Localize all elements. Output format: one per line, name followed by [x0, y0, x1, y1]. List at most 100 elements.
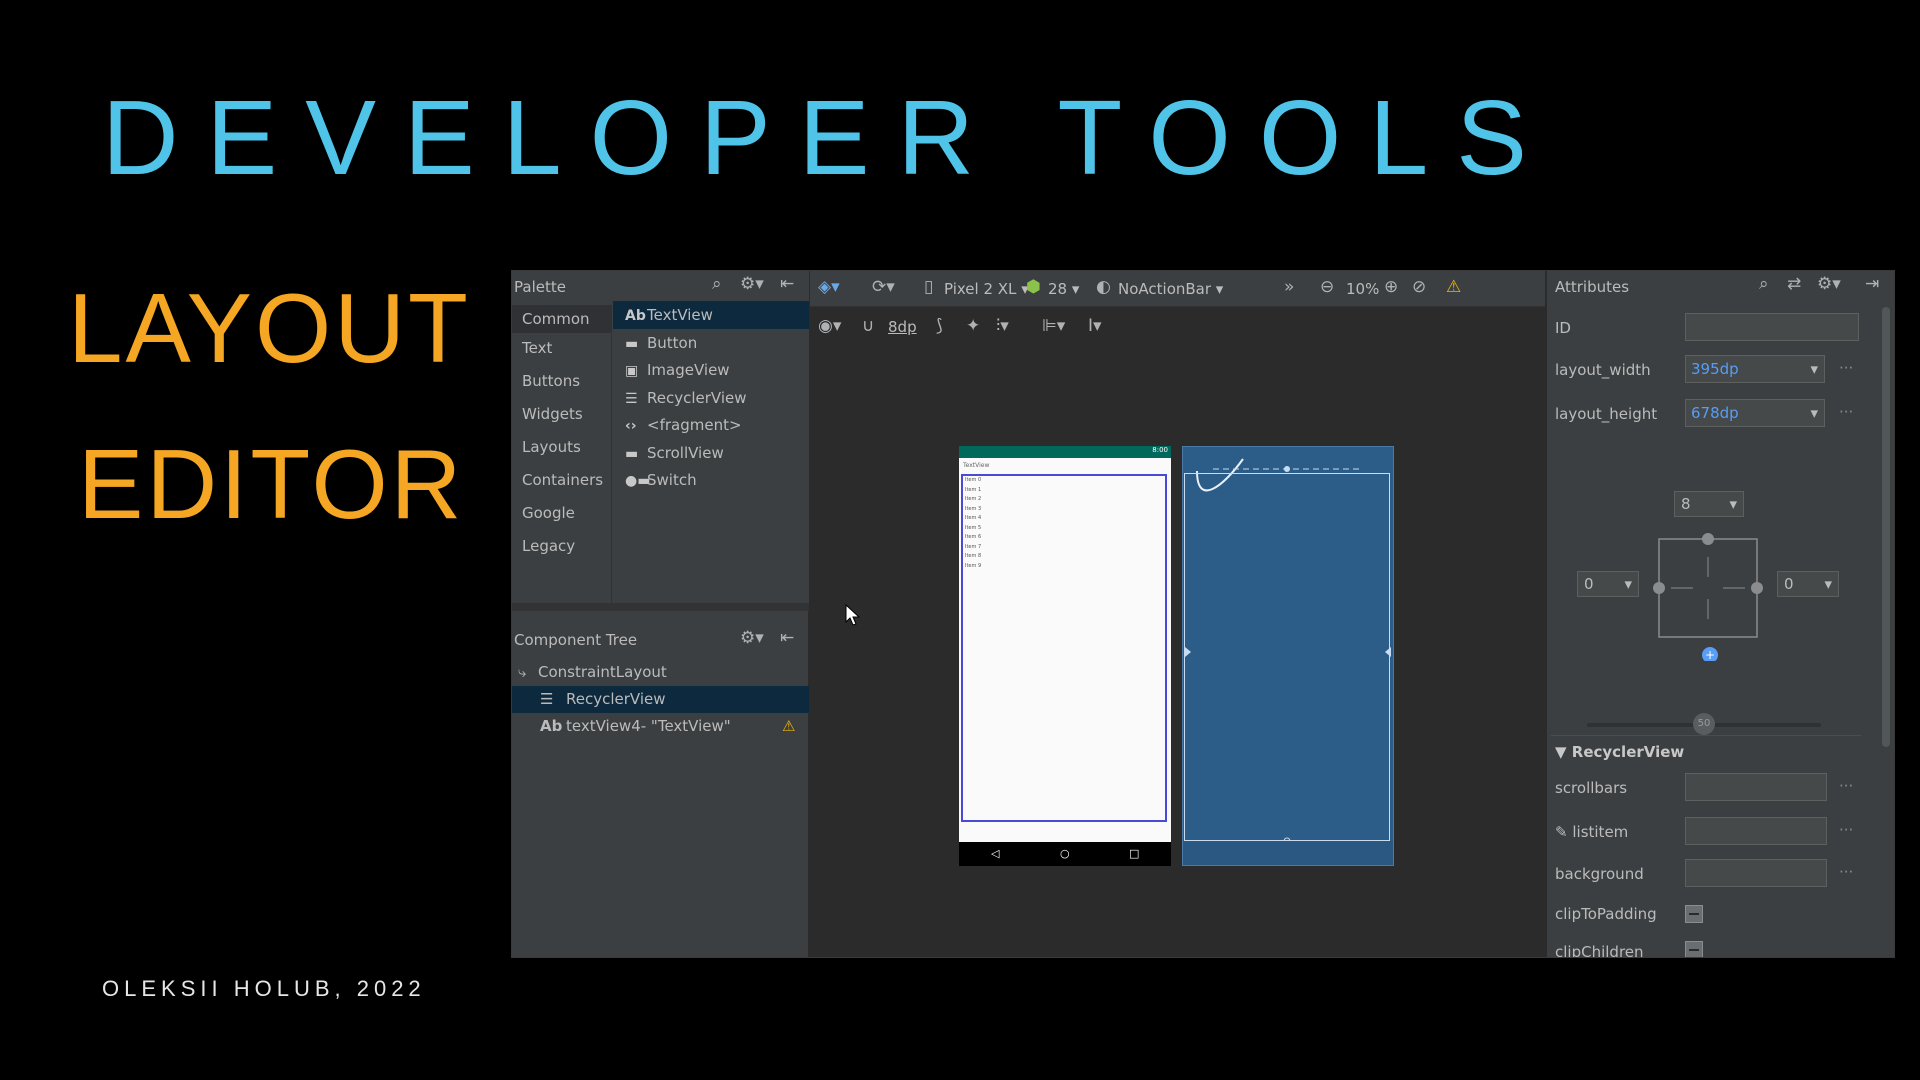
default-margin[interactable]: 8dp: [888, 318, 917, 336]
scrollbars-more-button[interactable]: ···: [1839, 777, 1853, 795]
width-more-button[interactable]: ···: [1839, 359, 1853, 377]
tree-row-constraintlayout[interactable]: ⤷ ConstraintLayout: [512, 659, 809, 686]
guidelines-icon[interactable]: I▾: [1088, 318, 1102, 335]
category-google[interactable]: Google: [522, 504, 575, 522]
recyclerview-section[interactable]: ▼ RecyclerView: [1555, 743, 1684, 761]
category-legacy[interactable]: Legacy: [522, 537, 575, 555]
align-icon[interactable]: ⊫▾: [1042, 318, 1065, 335]
background-field[interactable]: [1685, 859, 1827, 887]
palette-item-label: TextView: [647, 306, 713, 324]
category-common[interactable]: Common: [512, 305, 612, 333]
tree-row-recyclerview[interactable]: ☰ RecyclerView: [512, 686, 809, 713]
device-icon[interactable]: ▯: [924, 279, 933, 296]
panel-splitter[interactable]: [512, 603, 809, 611]
clipchildren-checkbox[interactable]: [1685, 941, 1703, 957]
zoom-in-icon[interactable]: ⊕: [1384, 279, 1398, 296]
layers-icon[interactable]: ◈▾: [818, 279, 840, 296]
category-buttons[interactable]: Buttons: [522, 372, 580, 390]
gear-icon[interactable]: ⚙▾: [1817, 276, 1841, 293]
margin-left-dropdown[interactable]: 0 ▾: [1577, 571, 1639, 597]
layout-height-label: layout_height: [1555, 405, 1658, 423]
orientation-icon[interactable]: ⟳▾: [872, 279, 895, 296]
warning-icon[interactable]: ⚠: [782, 713, 795, 740]
cliptopadding-label: clipToPadding: [1555, 905, 1657, 923]
hide-panel-icon[interactable]: ⇥: [1865, 276, 1879, 293]
palette-item-scrollview[interactable]: ▬ ScrollView: [613, 439, 809, 467]
scrollbars-field[interactable]: [1685, 773, 1827, 801]
margin-right-dropdown[interactable]: 0 ▾: [1777, 571, 1839, 597]
blueprint-view[interactable]: [1182, 446, 1394, 866]
background-more-button[interactable]: ···: [1839, 863, 1853, 881]
hide-panel-icon[interactable]: ⇤: [780, 630, 794, 647]
gear-icon[interactable]: ⚙▾: [740, 630, 764, 647]
zoom-fit-icon[interactable]: ⊘: [1412, 279, 1426, 296]
list-item: Item 0: [965, 477, 982, 483]
layout-height-dropdown[interactable]: 678dp ▾: [1685, 399, 1825, 427]
palette-item-fragment[interactable]: ‹› <fragment>: [613, 411, 809, 439]
infer-constraints-icon[interactable]: ✦: [966, 318, 980, 335]
list-item: Item 8: [965, 553, 982, 559]
listitem-more-button[interactable]: ···: [1839, 821, 1853, 839]
subtitle-editor: EDITOR: [78, 429, 465, 539]
margin-top-dropdown[interactable]: 8 ▾: [1674, 491, 1744, 517]
chevron-down-icon: ▾: [1810, 404, 1818, 422]
palette-title: Palette: [514, 278, 566, 296]
layout-height-value: 678dp: [1691, 404, 1739, 422]
category-containers[interactable]: Containers: [522, 471, 603, 489]
category-text[interactable]: Text: [522, 339, 552, 357]
device-selector[interactable]: Pixel 2 XL ▾: [944, 280, 1029, 298]
preview-recyclerview[interactable]: Item 0 Item 1 Item 2 Item 3 Item 4 Item …: [961, 474, 1167, 822]
eye-icon[interactable]: ◉▾: [818, 318, 841, 335]
palette-item-switch[interactable]: ●▬Switch: [613, 466, 809, 494]
list-item: Item 1: [965, 486, 982, 493]
palette-item-label: ImageView: [647, 361, 730, 379]
chevron-down-icon: ▾: [1729, 495, 1737, 513]
device-label: Pixel 2 XL: [944, 280, 1017, 298]
home-icon: ○: [1060, 847, 1070, 860]
gear-icon[interactable]: ⚙▾: [740, 276, 764, 293]
tree-row-label: ConstraintLayout: [538, 663, 667, 681]
palette-item-recyclerview[interactable]: ☰ RecyclerView: [613, 384, 809, 412]
magnet-icon[interactable]: ∪: [862, 318, 874, 335]
cliptopadding-checkbox[interactable]: [1685, 905, 1703, 923]
category-widgets[interactable]: Widgets: [522, 405, 583, 423]
layout-editor-window: Palette ⌕ ⚙▾ ⇤ Common Text Buttons Widge…: [511, 270, 1895, 958]
hide-panel-icon[interactable]: ⇤: [780, 276, 794, 293]
list-item: Item 4: [965, 515, 982, 521]
scrollbars-label: scrollbars: [1555, 779, 1628, 797]
tree-row-textview4[interactable]: Ab textView4- "TextView" ⚠: [512, 713, 809, 740]
list-item: Item 6: [965, 534, 982, 540]
pack-icon[interactable]: ⫶▾: [996, 318, 1009, 335]
overflow-icon[interactable]: »: [1284, 279, 1294, 296]
warning-icon[interactable]: ⚠: [1446, 279, 1461, 296]
preview-textview[interactable]: TextView: [963, 462, 989, 469]
category-layouts[interactable]: Layouts: [522, 438, 581, 456]
palette-item-textview[interactable]: AbTextView: [613, 301, 809, 329]
layout-width-dropdown[interactable]: 395dp ▾: [1685, 355, 1825, 383]
zoom-out-icon[interactable]: ⊖: [1320, 279, 1334, 296]
margin-left-value: 0: [1584, 575, 1594, 593]
palette-item-label: <fragment>: [647, 416, 742, 434]
palette-item-label: Switch: [647, 471, 697, 489]
height-more-button[interactable]: ···: [1839, 403, 1853, 421]
blueprint-recyclerview[interactable]: [1184, 473, 1390, 841]
search-icon[interactable]: ⌕: [712, 276, 722, 293]
id-field[interactable]: [1685, 313, 1859, 341]
design-preview[interactable]: 8:00 TextView Item 0 Item 1 Item 2 Item …: [959, 446, 1171, 866]
recents-icon: □: [1129, 847, 1140, 860]
theme-selector[interactable]: NoActionBar ▾: [1118, 280, 1223, 298]
switch-icon: ●▬: [625, 473, 651, 489]
attributes-scrollbar[interactable]: [1882, 307, 1890, 747]
tree-row-label: textView4- "TextView": [566, 717, 731, 735]
constraint-widget[interactable]: +: [1643, 521, 1773, 661]
clear-constraints-icon[interactable]: ⟆: [936, 318, 943, 335]
subtitle-layout: LAYOUT: [68, 273, 471, 383]
bias-slider-thumb[interactable]: 50: [1693, 713, 1715, 735]
palette-item-button[interactable]: ▬ Button: [613, 329, 809, 357]
search-icon[interactable]: ⌕: [1759, 276, 1769, 293]
swap-icon[interactable]: ⇄: [1787, 276, 1801, 293]
listitem-field[interactable]: [1685, 817, 1827, 845]
recyclerview-section-label: RecyclerView: [1571, 743, 1685, 761]
palette-item-imageview[interactable]: ▣ ImageView: [613, 356, 809, 384]
api-selector[interactable]: 28 ▾: [1048, 280, 1079, 298]
